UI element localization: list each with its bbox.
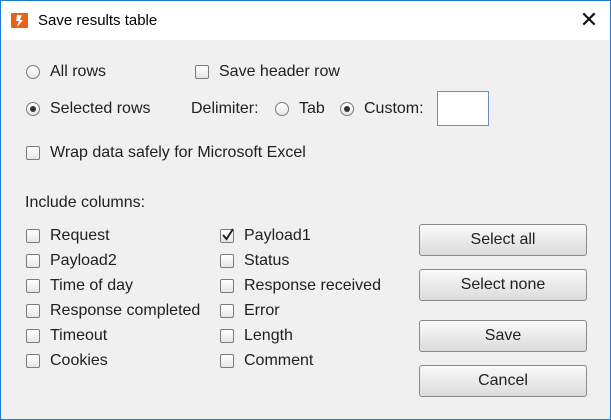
column-label: Response received xyxy=(244,277,381,294)
column-label: Status xyxy=(244,252,290,269)
title-bar: Save results table ✕ xyxy=(1,1,610,40)
wrap-excel-checkbox[interactable] xyxy=(26,146,40,160)
column-checkbox-payload1[interactable] xyxy=(220,228,234,243)
burp-suite-icon xyxy=(11,12,28,29)
column-checkbox-length[interactable] xyxy=(220,329,234,343)
column-checkbox-payload2[interactable] xyxy=(26,254,40,268)
delimiter-label: Delimiter: xyxy=(191,100,259,117)
save-header-row-checkbox[interactable] xyxy=(195,65,209,79)
selected-rows-radio[interactable] xyxy=(26,102,40,116)
column-checkbox-cookies[interactable] xyxy=(26,354,40,368)
wrap-excel-label: Wrap data safely for Microsoft Excel xyxy=(50,144,306,161)
custom-delimiter-radio[interactable] xyxy=(340,102,354,116)
column-label: Length xyxy=(244,327,293,344)
selected-rows-label: Selected rows xyxy=(50,100,151,117)
column-checkbox-request[interactable] xyxy=(26,229,40,243)
column-label: Cookies xyxy=(50,352,108,369)
tab-delimiter-radio[interactable] xyxy=(275,102,289,116)
custom-delimiter-input[interactable] xyxy=(437,91,489,126)
column-checkbox-status[interactable] xyxy=(220,254,234,268)
close-icon[interactable]: ✕ xyxy=(577,7,601,33)
column-checkbox-comment[interactable] xyxy=(220,354,234,368)
save-button[interactable]: Save xyxy=(419,320,587,352)
all-rows-label: All rows xyxy=(50,63,107,80)
column-label: Payload2 xyxy=(50,252,117,269)
include-columns-heading: Include columns: xyxy=(25,194,146,211)
save-results-dialog: Save results table ✕ All rows Selected r… xyxy=(0,0,611,420)
cancel-button[interactable]: Cancel xyxy=(419,365,587,397)
select-all-button[interactable]: Select all xyxy=(419,224,587,256)
column-label: Response completed xyxy=(50,302,201,319)
column-label: Payload1 xyxy=(244,227,311,244)
column-checkbox-time-of-day[interactable] xyxy=(26,279,40,293)
tab-delimiter-label: Tab xyxy=(299,100,325,117)
checkmark-icon xyxy=(222,228,234,241)
column-checkbox-response-completed[interactable] xyxy=(26,304,40,318)
column-label: Time of day xyxy=(50,277,133,294)
dialog-title: Save results table xyxy=(38,12,158,29)
column-label: Timeout xyxy=(50,327,108,344)
save-header-row-label: Save header row xyxy=(219,63,340,80)
custom-delimiter-label: Custom: xyxy=(364,100,424,117)
column-checkbox-response-received[interactable] xyxy=(220,279,234,293)
column-checkbox-error[interactable] xyxy=(220,304,234,318)
column-label: Comment xyxy=(244,352,314,369)
column-checkbox-timeout[interactable] xyxy=(26,329,40,343)
column-label: Error xyxy=(244,302,280,319)
column-label: Request xyxy=(50,227,110,244)
all-rows-radio[interactable] xyxy=(26,65,40,79)
select-none-button[interactable]: Select none xyxy=(419,269,587,301)
